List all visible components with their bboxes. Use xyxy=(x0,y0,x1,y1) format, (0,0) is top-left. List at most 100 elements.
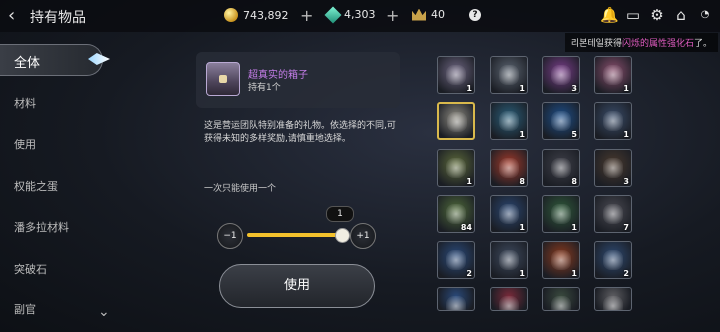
page-title: 持有物品 xyxy=(30,10,86,26)
black-sphere-icon xyxy=(603,204,623,224)
chest-icon xyxy=(206,62,240,96)
top-icons: 🔔 ▭ ⚙ ⌂ ◔ xyxy=(600,6,714,24)
item-count: 1 xyxy=(519,223,525,232)
inventory-slot[interactable] xyxy=(437,102,475,140)
item-count: 1 xyxy=(623,130,629,139)
increase-button[interactable]: +1 xyxy=(350,223,376,249)
quantity-slider-knob[interactable] xyxy=(335,228,350,243)
sidebar-item-materials[interactable]: 材料 xyxy=(14,95,36,111)
sidebar-item-pandora[interactable]: 潘多拉材料 xyxy=(14,219,69,235)
inventory-slot[interactable]: 2 xyxy=(594,241,632,279)
top-bar: ‹ 持有物品 743,892 + 4,303 + 40 ? 🔔 ▭ ⚙ ⌂ ◔ xyxy=(0,0,720,32)
pink-chest-icon xyxy=(603,65,623,85)
inventory-slot[interactable]: 2 xyxy=(437,241,475,279)
item-count: 7 xyxy=(623,223,629,232)
dark-beast-icon xyxy=(551,158,571,178)
scroll-icon xyxy=(603,296,623,310)
blue-claw-icon xyxy=(551,111,571,131)
chest-icon xyxy=(447,112,467,132)
help-icon[interactable]: ? xyxy=(469,9,481,21)
inventory-slot[interactable]: 8 xyxy=(542,149,580,187)
inventory-slot[interactable]: 1 xyxy=(490,56,528,94)
rice-ball-icon xyxy=(446,204,466,224)
sidebar-item-use[interactable]: 使用 xyxy=(14,136,36,152)
inventory-slot[interactable]: 84 xyxy=(437,195,475,233)
quantity-slider-track[interactable] xyxy=(247,233,343,237)
chest-icon xyxy=(499,65,519,85)
notice-prefix: 리본테일获得 xyxy=(570,39,622,49)
wifi-icon: ◔ xyxy=(700,9,710,20)
add-gold-button[interactable]: + xyxy=(300,6,313,25)
inventory-slot[interactable]: 1 xyxy=(490,195,528,233)
chevron-down-icon[interactable]: ⌄ xyxy=(98,304,110,320)
gem-icon xyxy=(324,6,342,23)
crown-amount: 40 xyxy=(431,8,445,21)
torch-icon xyxy=(603,111,623,131)
bell-icon[interactable]: 🔔 xyxy=(600,6,619,24)
item-count: 84 xyxy=(460,223,472,232)
gold-coin-icon xyxy=(224,8,238,22)
chat-icon[interactable]: ▭ xyxy=(624,6,642,24)
add-gem-button[interactable]: + xyxy=(386,6,399,25)
item-description: 这是营运团队特别准备的礼物。依选择的不同,可获得未知的多样奖励,请慎重地选择。 xyxy=(204,121,396,144)
inventory-slot[interactable]: 1 xyxy=(437,149,475,187)
inventory-slot[interactable]: 5 xyxy=(542,102,580,140)
gold-amount: 743,892 xyxy=(243,8,289,22)
item-name: 超真实的箱子 xyxy=(248,70,308,81)
inventory-slot[interactable] xyxy=(542,287,580,311)
sidebar-item-breakthrough[interactable]: 突破石 xyxy=(14,261,47,277)
horn-icon xyxy=(551,204,571,224)
knight-helm-icon xyxy=(603,250,623,270)
beast-armor-icon xyxy=(551,296,571,310)
crystal-armor-icon xyxy=(499,111,519,131)
event-orb-icon xyxy=(551,65,571,85)
crown-icon xyxy=(412,8,426,21)
inventory-slot[interactable] xyxy=(594,287,632,311)
inventory-slot[interactable]: 7 xyxy=(594,195,632,233)
blue-sword-icon xyxy=(446,250,466,270)
inventory-slot[interactable]: 1 xyxy=(542,241,580,279)
item-count: 1 xyxy=(623,84,629,93)
inventory-slot[interactable]: 3 xyxy=(594,149,632,187)
use-button[interactable]: 使用 xyxy=(219,264,375,308)
gold-counter: 743,892 xyxy=(224,8,289,22)
gem-counter: 4,303 xyxy=(324,6,376,23)
notice-suffix: 了。 xyxy=(693,39,712,49)
item-count: 8 xyxy=(571,177,577,186)
inventory-slot[interactable]: 1 xyxy=(437,56,475,94)
sidebar-item-all[interactable]: 全体 xyxy=(0,44,110,76)
inventory-slot[interactable] xyxy=(490,287,528,311)
red-orb-icon xyxy=(499,158,519,178)
item-count: 1 xyxy=(519,84,525,93)
crown-counter: 40 xyxy=(412,8,445,21)
item-count: 5 xyxy=(571,130,577,139)
inventory-slot[interactable]: 8 xyxy=(490,149,528,187)
item-count: 1 xyxy=(519,130,525,139)
inventory-slot[interactable]: 1 xyxy=(594,102,632,140)
inventory-slot[interactable]: 1 xyxy=(490,241,528,279)
item-count: 1 xyxy=(519,269,525,278)
back-arrow-icon[interactable]: ‹ xyxy=(8,6,26,26)
notice-item: 闪烁的属性强化石 xyxy=(621,39,694,49)
inventory-slot[interactable]: 1 xyxy=(490,102,528,140)
inventory-slot[interactable] xyxy=(437,287,475,311)
item-count: 3 xyxy=(571,84,577,93)
active-arrow-icon xyxy=(88,53,110,65)
silver-sword-icon xyxy=(499,250,519,270)
item-count: 2 xyxy=(623,269,629,278)
gem-amount: 4,303 xyxy=(344,8,376,21)
sidebar-item-power-egg[interactable]: 权能之蛋 xyxy=(14,178,58,194)
home-icon[interactable]: ⌂ xyxy=(672,6,690,24)
item-owned-count: 持有1个 xyxy=(248,83,281,93)
item-count: 1 xyxy=(466,177,472,186)
inventory-slot[interactable]: 1 xyxy=(542,195,580,233)
decrease-button[interactable]: −1 xyxy=(217,223,243,249)
item-count: 1 xyxy=(571,223,577,232)
inventory-slot[interactable]: 3 xyxy=(542,56,580,94)
item-count: 3 xyxy=(623,177,629,186)
item-count: 1 xyxy=(466,84,472,93)
item-count: 8 xyxy=(519,177,525,186)
sidebar-item-officer[interactable]: 副官 xyxy=(14,301,36,317)
gear-icon[interactable]: ⚙ xyxy=(648,6,666,24)
inventory-slot[interactable]: 1 xyxy=(594,56,632,94)
